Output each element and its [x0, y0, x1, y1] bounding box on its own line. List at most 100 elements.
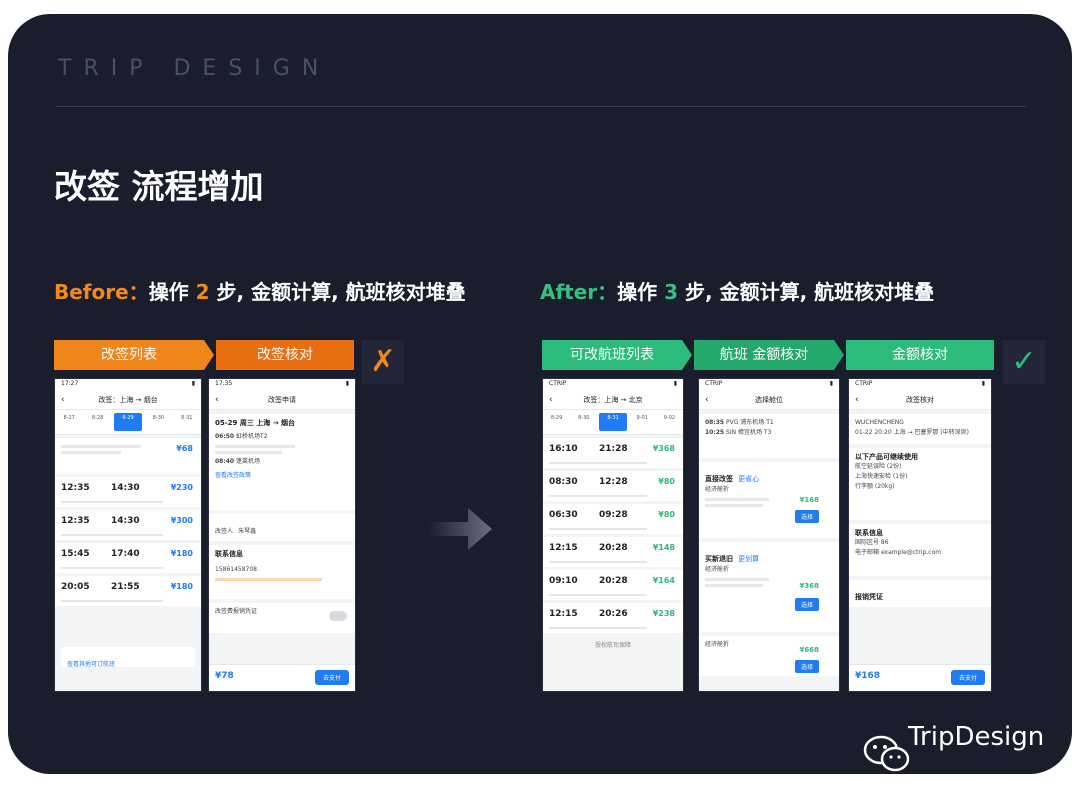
placeholder-line — [215, 578, 323, 581]
date-tab[interactable]: 8-29 — [543, 410, 570, 434]
back-icon[interactable]: ‹ — [705, 391, 709, 409]
arr-time: 21:55 — [111, 582, 140, 592]
dep-time: 12:15 — [549, 609, 578, 619]
arr-time: 08:40 — [215, 458, 235, 465]
select-button[interactable]: 选择 — [794, 510, 819, 523]
date-tab-selected[interactable]: 8-31 — [599, 413, 627, 431]
check-icon: ✓ — [1003, 340, 1045, 384]
placeholder-line — [705, 584, 763, 587]
dep-airport: PVG 浦东机场 T1 — [726, 419, 774, 426]
after-label: After： — [540, 280, 618, 304]
arr-time: 10:25 — [705, 429, 725, 436]
contact-block: 联系信息 国际区号 86 电子邮箱 example@ctrip.com — [849, 524, 991, 576]
date-tab[interactable]: 8-27 — [55, 410, 83, 434]
footer-brand: TripDesign — [908, 722, 1045, 752]
after-subtitle: After：操作 3 步, 金额计算, 航班核对堆叠 — [540, 276, 934, 305]
arr-time: 21:28 — [599, 444, 628, 454]
flight-row[interactable]: 20:05 21:55 ¥180 — [55, 576, 201, 606]
price-label: ¥68 — [176, 444, 193, 453]
flight-row[interactable]: 12:35 14:30 ¥230 — [55, 477, 201, 507]
back-icon[interactable]: ‹ — [549, 391, 553, 409]
placeholder-line — [705, 578, 769, 581]
back-icon[interactable]: ‹ — [61, 391, 65, 409]
nav-bar: ‹ 改签：上海 → 北京 — [543, 391, 683, 410]
select-button[interactable]: 选择 — [794, 660, 819, 673]
contact-block: 联系信息 15861458708 — [209, 545, 355, 599]
cabin-label: 经济舱折 — [705, 566, 730, 573]
total-price: ¥78 — [215, 671, 234, 681]
price-label: ¥180 — [170, 549, 193, 558]
product-item: 航空延误险 (2份) — [855, 463, 902, 470]
passenger-label: 改签人 — [215, 528, 234, 535]
flight-row[interactable]: 08:30 12:28 ¥80 — [543, 471, 683, 501]
step-chevron — [204, 340, 214, 370]
dep-time: 09:10 — [549, 576, 578, 586]
dep-airport: 虹桥机场T2 — [236, 433, 268, 440]
date-strip[interactable]: 8-27 8-28 8-29 8-30 8-31 — [55, 410, 201, 435]
cabin-label: 经济舱折 — [705, 486, 730, 493]
back-icon[interactable]: ‹ — [855, 391, 859, 409]
status-carrier: CTRIP — [549, 380, 567, 387]
select-button[interactable]: 选择 — [794, 598, 819, 611]
date-tab[interactable]: 8-28 — [83, 410, 111, 434]
nav-title: 改签：上海 → 烟台 — [98, 396, 158, 404]
phone-change-confirm: 17:35 ▮ ‹ 改签申请 05-29 周三 上海 → 烟台 06:50 虹桥机场… — [208, 378, 356, 692]
flight-row[interactable]: 06:30 09:28 ¥80 — [543, 504, 683, 534]
pay-button[interactable]: 去支付 — [950, 670, 985, 685]
products-block: 以下产品可继续使用 航空延误险 (2份) 上海快速安检 (1份) 行李额 (20… — [849, 448, 991, 520]
back-icon[interactable]: ‹ — [215, 391, 219, 409]
date-tab[interactable]: 8-31 — [173, 410, 201, 434]
dep-time: 06:30 — [549, 510, 578, 520]
nav-title: 改签申请 — [268, 396, 296, 404]
section-title: 以下产品可继续使用 — [855, 453, 918, 461]
before-label: Before： — [54, 280, 149, 304]
after-step-1: 可改航班列表 — [542, 340, 682, 370]
country-code-field[interactable]: 国际区号 86 — [855, 538, 985, 548]
price-label: ¥168 — [799, 496, 819, 504]
pay-button[interactable]: 去支付 — [314, 670, 349, 685]
flight-row[interactable]: 09:10 20:28 ¥164 — [543, 570, 683, 600]
section-title: 直接改签 — [705, 475, 733, 483]
arr-airport: SIN 樟宜机场 T3 — [726, 429, 772, 436]
trip-summary: WUCHENCHENG 01-22 20:20 上海 → 巴塞罗那 (中转深圳) — [849, 414, 991, 444]
passenger-name: 朱琴鑫 — [238, 528, 257, 535]
date-tab[interactable]: 8-30 — [144, 410, 172, 434]
other-flights-link[interactable]: 查看其他可订航班 — [61, 647, 195, 668]
voucher-row[interactable]: 报销凭证 — [849, 580, 991, 607]
placeholder-line — [61, 451, 122, 454]
placeholder-line — [61, 600, 164, 602]
section-tag: 更划算 — [738, 555, 760, 563]
divider — [56, 106, 1026, 107]
date-tab[interactable]: 9-01 — [629, 410, 656, 434]
email-field[interactable]: example@ctrip.com — [881, 549, 941, 556]
phone-cabin-select: CTRIP ▮ ‹ 选择舱位 08:35 PVG 浦东机场 T1 10:25 SIN… — [698, 378, 840, 692]
date-strip[interactable]: 8-29 8-30 8-31 9-01 9-02 — [543, 410, 683, 435]
date-tab[interactable]: 9-02 — [656, 410, 683, 434]
dep-time: 16:10 — [549, 444, 578, 454]
product-item: 行李额 (20kg) — [855, 483, 895, 490]
status-bar: 17:27 ▮ — [55, 379, 201, 391]
price-label: ¥148 — [652, 543, 675, 552]
after-step-2: 航班 金额核对 — [694, 340, 834, 370]
date-tab[interactable]: 8-30 — [570, 410, 597, 434]
current-flight-row[interactable]: ¥68 — [55, 438, 201, 474]
flight-row[interactable]: 12:15 20:28 ¥148 — [543, 537, 683, 567]
placeholder-line — [549, 594, 647, 596]
cross-icon: ✗ — [362, 340, 404, 384]
policy-link[interactable]: 查看改签政策 — [215, 471, 349, 481]
price-label: ¥180 — [170, 582, 193, 591]
date-tab-selected[interactable]: 8-29 — [113, 413, 143, 431]
placeholder-line — [61, 567, 164, 569]
status-bar: 17:35 ▮ — [209, 379, 355, 391]
battery-icon: ▮ — [345, 380, 349, 387]
dep-time: 12:35 — [61, 516, 90, 526]
flight-row[interactable]: 16:10 21:28 ¥368 — [543, 438, 683, 468]
voucher-toggle[interactable] — [329, 611, 347, 621]
flight-row[interactable]: 15:45 17:40 ¥180 — [55, 543, 201, 573]
flight-row[interactable]: 12:35 14:30 ¥300 — [55, 510, 201, 540]
phone-field[interactable]: 15861458708 — [215, 565, 349, 575]
nav-title: 改签：上海 → 北京 — [583, 396, 643, 404]
brand-header: TRIP DESIGN — [58, 56, 331, 81]
flight-row[interactable]: 12:15 20:26 ¥238 — [543, 603, 683, 633]
price-label: ¥80 — [658, 477, 675, 486]
